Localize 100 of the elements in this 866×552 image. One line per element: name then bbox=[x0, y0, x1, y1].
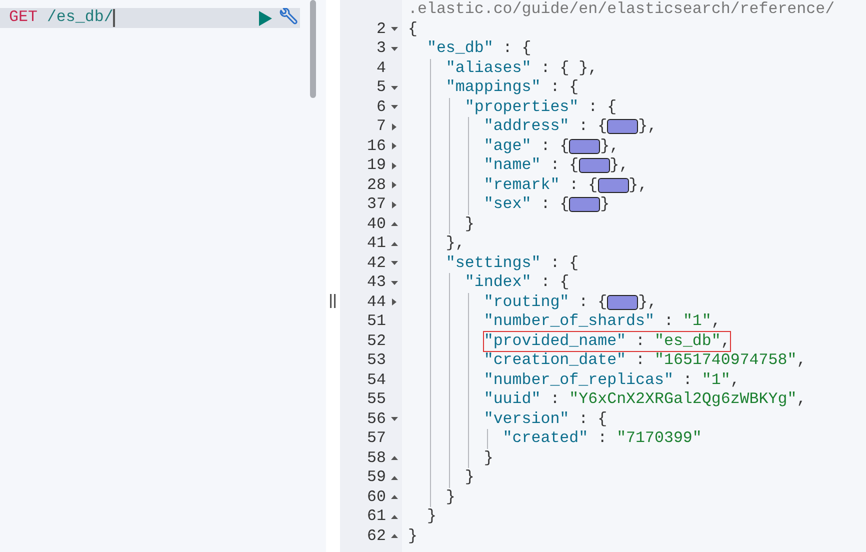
json-punctuation: : { bbox=[540, 273, 570, 292]
fold-arrow-icon[interactable] bbox=[390, 415, 398, 424]
json-punctuation: : bbox=[549, 390, 561, 410]
fold-arrow-icon[interactable] bbox=[390, 532, 398, 540]
json-punctuation: : { }, bbox=[540, 58, 598, 78]
json-punctuation: } bbox=[464, 468, 474, 488]
expand-arrow-icon[interactable] bbox=[390, 142, 398, 150]
json-punctuation: } bbox=[444, 488, 456, 507]
scrollbar[interactable] bbox=[310, 0, 316, 98]
json-value: "1" bbox=[682, 312, 712, 332]
fold-arrow-icon[interactable] bbox=[390, 240, 398, 248]
json-key: "created" bbox=[408, 429, 588, 448]
json-key: "age" bbox=[408, 136, 532, 156]
line-number: 6 bbox=[376, 98, 386, 117]
fold-arrow-icon[interactable] bbox=[390, 25, 398, 34]
json-punctuation: : { bbox=[540, 136, 570, 156]
json-key: "mappings" bbox=[408, 78, 541, 98]
json-punctuation: , bbox=[730, 370, 740, 390]
json-punctuation: : { bbox=[549, 254, 579, 273]
expand-arrow-icon[interactable] bbox=[390, 298, 398, 306]
fold-arrow-icon[interactable] bbox=[390, 220, 398, 228]
json-punctuation: : { bbox=[540, 195, 570, 214]
json-key: "uuid" bbox=[408, 390, 541, 410]
json-punctuation: , bbox=[720, 332, 730, 351]
json-punctuation: }, bbox=[600, 136, 620, 156]
json-punctuation: }, bbox=[610, 156, 629, 176]
json-punctuation: : { bbox=[578, 292, 608, 312]
resize-handle-icon[interactable] bbox=[330, 294, 336, 308]
json-punctuation: : bbox=[634, 332, 646, 351]
json-punctuation: , bbox=[796, 351, 806, 370]
json-punctuation: : { bbox=[568, 176, 598, 195]
line-number: 5 bbox=[376, 78, 386, 98]
line-number: 2 bbox=[376, 20, 386, 39]
doc-link-text: .elastic.co/guide/en/elasticsearch/reference/ bbox=[408, 0, 835, 20]
json-key: "provided_name" bbox=[484, 332, 626, 351]
fold-arrow-icon[interactable] bbox=[390, 474, 398, 482]
collapsed-fold-icon[interactable] bbox=[569, 138, 600, 154]
json-punctuation: : { bbox=[549, 156, 579, 176]
request-path: /es_db/ bbox=[46, 7, 114, 28]
collapsed-fold-icon[interactable] bbox=[598, 178, 629, 193]
collapsed-fold-icon[interactable] bbox=[607, 294, 638, 310]
json-key: "version" bbox=[408, 410, 570, 429]
json-value: "7170399" bbox=[616, 429, 702, 448]
expand-arrow-icon[interactable] bbox=[390, 122, 398, 131]
json-value: "Y6xCnX2XRGal2Qg6zWBKYg" bbox=[569, 390, 797, 410]
request-editor[interactable]: GET /es_db/ bbox=[0, 0, 326, 552]
json-key: "routing" bbox=[408, 292, 570, 312]
json-punctuation: } bbox=[482, 448, 494, 468]
fold-arrow-icon[interactable] bbox=[390, 44, 398, 53]
line-number: 37 bbox=[366, 195, 386, 214]
line-number: 3 bbox=[376, 39, 386, 58]
json-key: "es_db" bbox=[408, 39, 494, 58]
expand-arrow-icon[interactable] bbox=[390, 162, 398, 170]
line-number: 58 bbox=[366, 448, 386, 468]
fold-arrow-icon[interactable] bbox=[390, 103, 398, 112]
json-key: "aliases" bbox=[408, 58, 532, 78]
json-punctuation: } bbox=[464, 214, 474, 234]
fold-arrow-icon[interactable] bbox=[390, 493, 398, 502]
line-number: 44 bbox=[366, 292, 386, 312]
fold-arrow-icon[interactable] bbox=[390, 84, 398, 92]
json-punctuation: : bbox=[662, 312, 674, 332]
json-value: "es_db" bbox=[654, 332, 721, 351]
line-number: 62 bbox=[366, 526, 386, 546]
fold-arrow-icon[interactable] bbox=[390, 278, 398, 287]
json-punctuation: }, bbox=[628, 176, 648, 195]
json-punctuation: }, bbox=[638, 292, 658, 312]
line-number: 19 bbox=[366, 156, 386, 176]
json-punctuation: : { bbox=[549, 78, 579, 98]
fold-arrow-icon[interactable] bbox=[390, 454, 398, 462]
json-punctuation: : { bbox=[578, 410, 608, 429]
line-number: 59 bbox=[366, 468, 386, 488]
json-punctuation: : { bbox=[578, 117, 608, 136]
line-number: 43 bbox=[366, 273, 386, 292]
collapsed-fold-icon[interactable] bbox=[607, 119, 638, 134]
json-key: "address" bbox=[408, 117, 570, 136]
json-key: "number_of_replicas" bbox=[408, 370, 674, 390]
line-number: 7 bbox=[376, 117, 386, 136]
json-punctuation: } bbox=[600, 195, 610, 214]
line-number: 61 bbox=[366, 507, 386, 526]
line-number: 55 bbox=[366, 390, 386, 410]
json-punctuation: : { bbox=[502, 39, 532, 58]
json-value: "1651740974758" bbox=[654, 351, 797, 370]
fold-arrow-icon[interactable] bbox=[390, 512, 398, 521]
json-key: "index" bbox=[408, 273, 532, 292]
play-icon[interactable] bbox=[259, 10, 272, 26]
fold-arrow-icon[interactable] bbox=[390, 259, 398, 268]
http-method: GET bbox=[8, 7, 38, 28]
expand-arrow-icon[interactable] bbox=[390, 200, 398, 209]
json-key: "properties" bbox=[408, 98, 579, 117]
collapsed-fold-icon[interactable] bbox=[569, 197, 600, 212]
json-value: "1" bbox=[702, 370, 730, 390]
expand-arrow-icon[interactable] bbox=[390, 181, 398, 190]
json-punctuation: }, bbox=[638, 117, 658, 136]
collapsed-fold-icon[interactable] bbox=[578, 158, 610, 174]
json-punctuation: : bbox=[682, 370, 694, 390]
json-punctuation: , bbox=[796, 390, 806, 410]
json-key: "creation_date" bbox=[408, 351, 626, 370]
line-number: 40 bbox=[366, 214, 386, 234]
json-key: "name" bbox=[408, 156, 541, 176]
json-key: "settings" bbox=[408, 254, 541, 273]
